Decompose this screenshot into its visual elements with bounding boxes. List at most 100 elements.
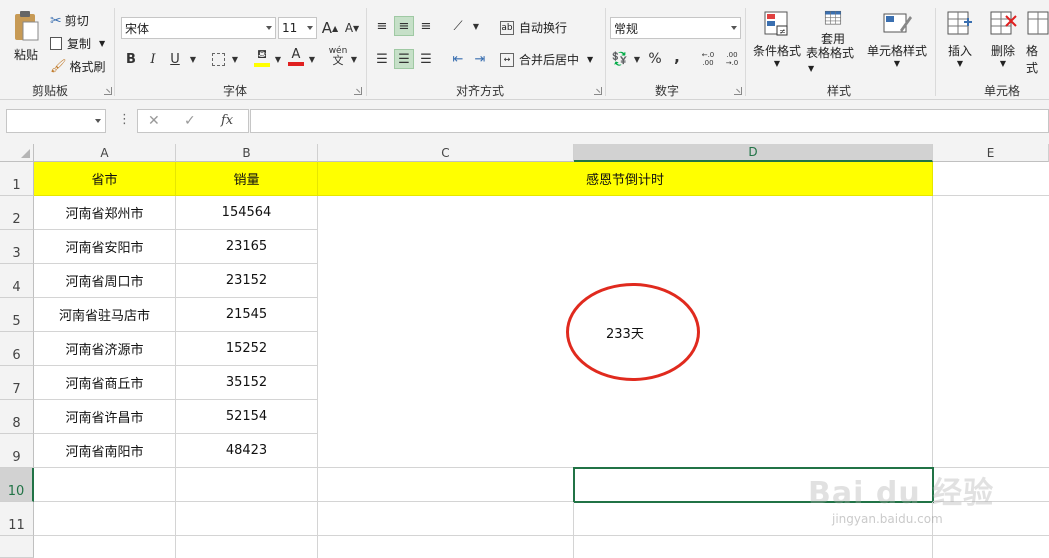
table-row-sales[interactable]: 52154 <box>176 400 318 434</box>
row-header[interactable]: 7 <box>0 366 34 400</box>
table-row-city[interactable]: 河南省驻马店市 <box>34 298 176 332</box>
grid-cell[interactable] <box>318 468 574 502</box>
paste-button[interactable]: 粘贴 <box>8 10 44 70</box>
bold-button[interactable]: B <box>121 49 141 69</box>
chevron-down-icon[interactable]: ▼ <box>225 49 245 69</box>
more-options-icon[interactable]: ⋮ <box>118 112 131 127</box>
chevron-down-icon[interactable]: ▼ <box>183 49 203 69</box>
format-painter-button[interactable]: 🖌 格式刷 <box>50 58 106 75</box>
number-format-value: 常规 <box>614 21 639 36</box>
number-launcher-icon[interactable] <box>734 87 742 95</box>
table-row-city[interactable]: 河南省南阳市 <box>34 434 176 468</box>
font-launcher-icon[interactable] <box>354 87 362 95</box>
formula-input[interactable] <box>250 109 1049 133</box>
enter-icon[interactable]: ✓ <box>184 113 196 129</box>
row-header[interactable]: 4 <box>0 264 34 298</box>
chevron-down-icon[interactable]: ▼ <box>268 49 288 69</box>
table-row-city[interactable]: 河南省商丘市 <box>34 366 176 400</box>
column-header-b[interactable]: B <box>176 144 318 162</box>
increase-indent-icon[interactable]: ⇥ <box>470 49 490 69</box>
increase-decimal-button[interactable]: ←.0 .00 <box>697 49 719 69</box>
cell-e1[interactable] <box>933 162 1049 196</box>
select-all-corner[interactable] <box>0 144 34 162</box>
table-row-sales[interactable]: 48423 <box>176 434 318 468</box>
cell-e-region[interactable] <box>933 196 1049 468</box>
decrease-decimal-button[interactable]: .00 →.0 <box>721 49 743 69</box>
shrink-font-button[interactable]: A ▼ <box>342 18 362 38</box>
chevron-down-icon[interactable]: ▼ <box>344 49 364 69</box>
chevron-down-icon[interactable]: ▼ <box>302 49 322 69</box>
chevron-down-icon[interactable]: ▼ <box>466 16 486 36</box>
decrease-indent-icon[interactable]: ⇤ <box>448 49 468 69</box>
align-right-icon[interactable]: ☰ <box>416 49 436 69</box>
grid-cell[interactable] <box>176 502 318 536</box>
row-header[interactable]: 1 <box>0 162 34 196</box>
row-header[interactable]: 10 <box>0 468 34 502</box>
table-row-sales[interactable]: 35152 <box>176 366 318 400</box>
cell-styles-button[interactable]: 单元格样式 ▼ <box>864 10 930 76</box>
alignment-launcher-icon[interactable] <box>594 87 602 95</box>
name-box[interactable] <box>6 109 106 133</box>
grid-cell[interactable] <box>34 502 176 536</box>
format-as-table-button[interactable]: 套用 表格格式 ▼ <box>806 10 860 76</box>
column-header-c[interactable]: C <box>318 144 574 162</box>
row-header[interactable]: 6 <box>0 332 34 366</box>
grid-cell[interactable] <box>34 468 176 502</box>
column-header-e[interactable]: E <box>933 144 1049 162</box>
table-row-city[interactable]: 河南省许昌市 <box>34 400 176 434</box>
clipboard-launcher-icon[interactable] <box>104 87 112 95</box>
row-header[interactable]: 5 <box>0 298 34 332</box>
row-header[interactable]: 9 <box>0 434 34 468</box>
align-left-icon[interactable]: ☰ <box>372 49 392 69</box>
font-size-select[interactable]: 11 <box>278 17 317 39</box>
table-row-city[interactable]: 河南省安阳市 <box>34 230 176 264</box>
grid-cell[interactable] <box>318 502 574 536</box>
italic-button[interactable]: I <box>143 49 163 69</box>
insert-function-icon[interactable]: fx <box>221 113 233 128</box>
table-row-sales[interactable]: 23165 <box>176 230 318 264</box>
underline-button[interactable]: U <box>165 49 185 69</box>
column-header-a[interactable]: A <box>34 144 176 162</box>
cell-c1-d1-merged[interactable]: 感恩节倒计时 <box>318 162 933 196</box>
grid-cell[interactable] <box>574 536 933 558</box>
grid-cell[interactable] <box>176 536 318 558</box>
align-middle-icon[interactable]: ≡ <box>394 16 414 36</box>
grid-cell[interactable] <box>34 536 176 558</box>
number-format-select[interactable]: 常规 <box>610 17 741 39</box>
font-name-select[interactable]: 宋体 <box>121 17 276 39</box>
table-row-city[interactable]: 河南省周口市 <box>34 264 176 298</box>
cut-button[interactable]: ✂ 剪切 <box>50 12 89 29</box>
cell-b1[interactable]: 销量 <box>176 162 318 196</box>
table-row-sales[interactable]: 154564 <box>176 196 318 230</box>
row-header[interactable]: 8 <box>0 400 34 434</box>
grid-cell[interactable] <box>933 536 1049 558</box>
grid-cell[interactable] <box>176 468 318 502</box>
table-row-sales[interactable]: 23152 <box>176 264 318 298</box>
grid-cell[interactable] <box>318 536 574 558</box>
align-center-icon[interactable]: ☰ <box>394 49 414 69</box>
comma-style-button[interactable]: , <box>667 47 687 67</box>
percent-style-button[interactable]: % <box>645 49 665 69</box>
chevron-down-icon[interactable]: ▼ <box>627 49 647 69</box>
table-row-sales[interactable]: 15252 <box>176 332 318 366</box>
conditional-formatting-button[interactable]: ≠ 条件格式 ▼ <box>750 10 804 76</box>
merge-center-button[interactable]: ↔ 合并后居中 ▼ <box>500 51 593 68</box>
grow-font-button[interactable]: A ▲ <box>320 18 340 38</box>
copy-button[interactable]: 复制 ▼ <box>50 35 105 52</box>
row-header[interactable]: 2 <box>0 196 34 230</box>
row-header[interactable]: 11 <box>0 502 34 536</box>
delete-button[interactable]: 删除 ▼ <box>983 10 1023 76</box>
table-row-city[interactable]: 河南省济源市 <box>34 332 176 366</box>
column-header-d[interactable]: D <box>574 144 933 162</box>
table-row-sales[interactable]: 21545 <box>176 298 318 332</box>
align-top-icon[interactable]: ≡ <box>372 16 392 36</box>
orientation-icon[interactable]: ⟋ <box>448 16 468 36</box>
table-row-city[interactable]: 河南省郑州市 <box>34 196 176 230</box>
cell-a1[interactable]: 省市 <box>34 162 176 196</box>
cancel-icon[interactable]: ✕ <box>148 113 160 129</box>
insert-button[interactable]: 插入 ▼ <box>940 10 980 76</box>
row-header[interactable]: 3 <box>0 230 34 264</box>
format-button[interactable]: 格式 <box>1026 10 1049 76</box>
wrap-text-button[interactable]: ab 自动换行 <box>500 19 567 36</box>
align-bottom-icon[interactable]: ≡ <box>416 16 436 36</box>
